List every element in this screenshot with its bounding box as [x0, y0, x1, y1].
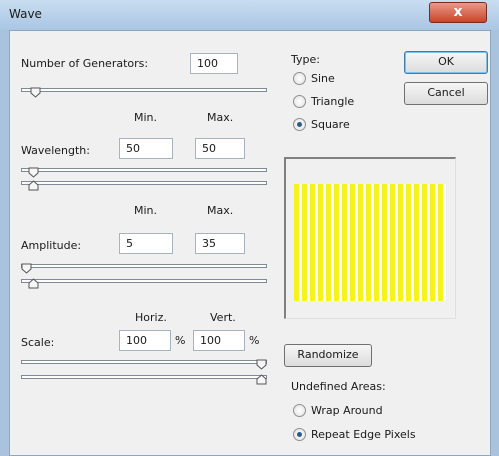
generators-input[interactable]: 100 — [190, 53, 238, 74]
scale-horiz-header: Horiz. — [135, 311, 167, 324]
wrap-around-radio[interactable] — [293, 404, 306, 417]
wave-preview — [284, 157, 456, 319]
wavelength-max-slider[interactable] — [21, 181, 267, 185]
amplitude-min-slider[interactable] — [21, 264, 267, 268]
type-triangle-label[interactable]: Triangle — [311, 95, 354, 108]
type-label: Type: — [291, 53, 320, 66]
wave-stripe — [374, 184, 379, 301]
scale-vert-header: Vert. — [210, 311, 236, 324]
wave-stripe — [430, 184, 435, 301]
amplitude-max-input[interactable]: 35 — [195, 233, 245, 254]
wave-stripe — [342, 184, 347, 301]
dialog-body: Number of Generators: 100 Type: Sine Tri… — [9, 30, 491, 456]
scale-vert-slider[interactable] — [21, 375, 267, 379]
generators-slider[interactable] — [21, 88, 267, 92]
scale-horiz-slider[interactable] — [21, 360, 267, 364]
wavelength-max-input[interactable]: 50 — [195, 138, 245, 159]
scale-vert-input[interactable]: 100 — [193, 330, 245, 351]
wavelength-min-input[interactable]: 50 — [119, 138, 173, 159]
wave-stripe — [366, 184, 371, 301]
wave-stripe — [310, 184, 315, 301]
generators-label: Number of Generators: — [21, 57, 149, 70]
wavelength-max-header: Max. — [207, 111, 234, 124]
wavelength-min-slider[interactable] — [21, 168, 267, 172]
wave-pattern — [294, 184, 446, 301]
wave-stripe — [334, 184, 339, 301]
type-square-radio[interactable] — [293, 118, 306, 131]
amplitude-min-header: Min. — [134, 204, 158, 217]
amplitude-min-slider-thumb-icon[interactable] — [21, 263, 32, 274]
amplitude-max-slider[interactable] — [21, 279, 267, 283]
scale-horiz-unit: % — [175, 334, 186, 347]
generators-slider-thumb-icon[interactable] — [30, 87, 41, 98]
ok-button[interactable]: OK — [404, 51, 488, 74]
scale-horiz-slider-thumb-icon[interactable] — [256, 359, 267, 370]
wave-stripe — [350, 184, 355, 301]
wave-stripe — [438, 184, 443, 301]
close-icon: x — [453, 4, 463, 20]
wavelength-max-slider-thumb-icon[interactable] — [28, 180, 39, 191]
wave-stripe — [318, 184, 323, 301]
wavelength-label: Wavelength: — [21, 144, 90, 157]
wave-stripe — [398, 184, 403, 301]
repeat-edge-pixels-radio[interactable] — [293, 428, 306, 441]
wave-dialog: Wave x Number of Generators: 100 Type: S… — [0, 0, 499, 456]
wave-stripe — [326, 184, 331, 301]
type-triangle-radio[interactable] — [293, 95, 306, 108]
scale-vert-unit: % — [249, 334, 260, 347]
wavelength-min-slider-thumb-icon[interactable] — [28, 167, 39, 178]
title-bar[interactable]: Wave x — [0, 0, 499, 30]
type-sine-label[interactable]: Sine — [311, 72, 335, 85]
scale-horiz-input[interactable]: 100 — [119, 330, 171, 351]
randomize-button[interactable]: Randomize — [284, 344, 372, 367]
wave-stripe — [302, 184, 307, 301]
wave-stripe — [414, 184, 419, 301]
amplitude-label: Amplitude: — [21, 239, 82, 252]
window-title: Wave — [9, 7, 42, 21]
wave-stripe — [358, 184, 363, 301]
wrap-around-label[interactable]: Wrap Around — [311, 404, 383, 417]
undefined-areas-label: Undefined Areas: — [291, 380, 386, 393]
scale-label: Scale: — [21, 336, 55, 349]
wavelength-min-header: Min. — [134, 111, 158, 124]
wave-stripe — [382, 184, 387, 301]
scale-vert-slider-thumb-icon[interactable] — [256, 374, 267, 385]
cancel-button[interactable]: Cancel — [404, 82, 488, 105]
wave-stripe — [422, 184, 427, 301]
wave-stripe — [294, 184, 299, 301]
amplitude-max-header: Max. — [207, 204, 234, 217]
type-sine-radio[interactable] — [293, 72, 306, 85]
wave-stripe — [406, 184, 411, 301]
type-square-label[interactable]: Square — [311, 118, 350, 131]
wave-stripe — [390, 184, 395, 301]
amplitude-max-slider-thumb-icon[interactable] — [28, 278, 39, 289]
repeat-edge-pixels-label[interactable]: Repeat Edge Pixels — [311, 428, 416, 441]
amplitude-min-input[interactable]: 5 — [119, 233, 173, 254]
close-button[interactable]: x — [429, 2, 487, 23]
